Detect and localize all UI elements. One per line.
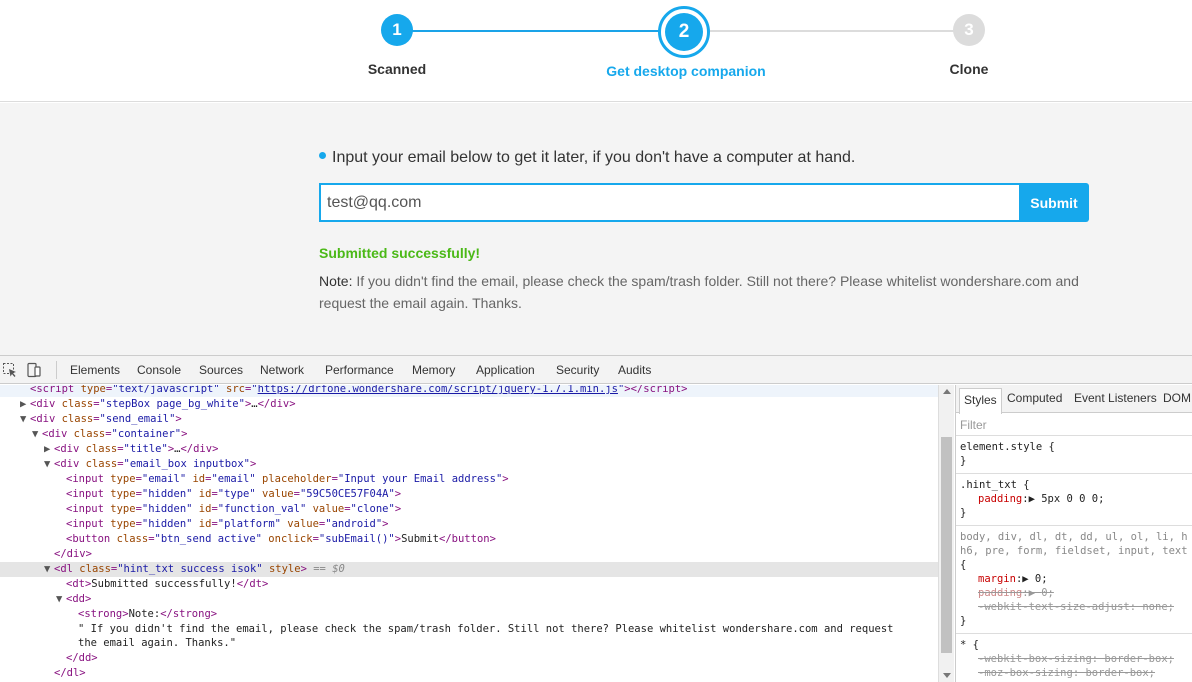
device-toolbar-icon[interactable] [26, 362, 42, 378]
step-1-label: Scanned [367, 61, 427, 77]
dom-node-script[interactable]: <script type="text/javascript" src="http… [0, 385, 938, 397]
tab-dom[interactable]: DOM [1163, 391, 1191, 405]
hint-close: } [960, 507, 967, 519]
note-message: Note: If you didn't find the email, plea… [319, 270, 1099, 314]
reset-margin-decl[interactable]: margin:▶ 0; [960, 572, 1189, 586]
email-title-text: Input your email below to get it later, … [332, 149, 856, 166]
devtools-toolbar: Elements Console Sources Network Perform… [0, 356, 1192, 384]
dom-node-button[interactable]: <button class="btn_send active" onclick=… [0, 532, 938, 547]
reset-selector-line-2[interactable]: h6, pre, form, fieldset, input, text [960, 544, 1189, 558]
dom-node-input-email[interactable]: <input type="email" id="email" placehold… [0, 472, 938, 487]
dom-node-input-platform[interactable]: <input type="hidden" id="platform" value… [0, 517, 938, 532]
devtools-panel: Elements Console Sources Network Perform… [0, 355, 1192, 682]
dom-node-input-type[interactable]: <input type="hidden" id="type" value="59… [0, 487, 938, 502]
step-connector-completed [397, 30, 683, 32]
elements-scrollbar[interactable] [938, 385, 954, 682]
script-src-link[interactable]: https://drfone.wondershare.com/script/jq… [258, 385, 618, 395]
styles-pane: Styles Computed Event Listeners DOM Filt… [955, 385, 1192, 682]
dom-node-input-function[interactable]: <input type="hidden" id="function_val" v… [0, 502, 938, 517]
inspect-element-icon[interactable] [2, 362, 18, 378]
dom-node-stepbox[interactable]: ▶ <div class="stepBox page_bg_white">…</d… [0, 397, 938, 412]
reset-open: { [960, 559, 967, 571]
step-3-label: Clone [949, 61, 989, 77]
scroll-down-icon[interactable] [943, 673, 951, 678]
tab-audits[interactable]: Audits [618, 363, 651, 377]
dom-node-close-div: </div> [54, 548, 92, 560]
step-2-label: Get desktop companion [606, 63, 766, 79]
tab-performance[interactable]: Performance [325, 363, 394, 377]
tab-console[interactable]: Console [137, 363, 181, 377]
reset-selector-line-1[interactable]: body, div, dl, dt, dd, ul, ol, li, h [960, 530, 1189, 544]
dom-node-dd-text-1[interactable]: " If you didn't find the email, please c… [0, 622, 938, 637]
submit-button[interactable]: Submit [1019, 183, 1089, 222]
step-connector-pending [683, 30, 969, 32]
tab-memory[interactable]: Memory [412, 363, 455, 377]
moz-box-decl[interactable]: -moz-box-sizing: border-box; [960, 666, 1189, 680]
dom-node-send-email[interactable]: ▼ <div class="send_email"> [0, 412, 938, 427]
rule-universal: * { -webkit-box-sizing: border-box; -moz… [956, 633, 1192, 680]
reset-close: } [960, 615, 967, 627]
bullet-dot-icon [319, 152, 326, 160]
dom-node-dd[interactable]: ▼ <dd> [0, 592, 938, 607]
rule-reset: body, div, dl, dt, dd, ul, ol, li, h h6,… [956, 525, 1192, 628]
reset-webkit-text-decl[interactable]: -webkit-text-size-adjust: none; [960, 600, 1189, 614]
email-input[interactable] [319, 183, 1019, 222]
tab-computed[interactable]: Computed [1007, 391, 1062, 405]
dom-node-strong[interactable]: <strong>Note:</strong> [0, 607, 938, 622]
email-input-box: Submit [319, 183, 1089, 222]
dom-node-title[interactable]: ▶ <div class="title">…</div> [0, 442, 938, 457]
reset-padding-decl[interactable]: padding:▶ 0; [960, 586, 1189, 600]
element-style-close: } [960, 455, 967, 467]
dom-node-email-box[interactable]: ▼ <div class="email_box inputbox"> [0, 457, 938, 472]
element-style-selector[interactable]: element.style { [960, 440, 1189, 454]
tab-security[interactable]: Security [556, 363, 599, 377]
toolbar-separator [56, 361, 57, 379]
tab-event-listeners[interactable]: Event Listeners [1074, 391, 1157, 405]
dom-node-close-dd: </dd> [66, 652, 98, 664]
tab-sources[interactable]: Sources [199, 363, 243, 377]
success-message: Submitted successfully! [319, 245, 481, 261]
tab-application[interactable]: Application [476, 363, 535, 377]
page-root: 1 2 3 Scanned Get desktop companion Clon… [0, 0, 1192, 682]
dom-node-close-dl: </dl> [54, 667, 86, 679]
hint-txt-selector[interactable]: .hint_txt { [960, 478, 1189, 492]
elements-dom-tree: <script type="text/javascript" src="http… [0, 385, 938, 682]
scroll-thumb[interactable] [941, 437, 952, 653]
progress-stepper: 1 2 3 Scanned Get desktop companion Clon… [0, 0, 1192, 102]
tab-elements[interactable]: Elements [70, 363, 120, 377]
email-section-title: Input your email below to get it later, … [319, 149, 855, 167]
note-label: Note: [319, 273, 353, 289]
hint-padding-decl[interactable]: padding:▶ 5px 0 0 0; [960, 492, 1189, 506]
styles-tabs: Styles Computed Event Listeners DOM [956, 385, 1192, 414]
dom-node-dt[interactable]: <dt>Submitted successfully!</dt> [0, 577, 938, 592]
tab-network[interactable]: Network [260, 363, 304, 377]
universal-selector[interactable]: * { [960, 638, 1189, 652]
webkit-box-decl[interactable]: -webkit-box-sizing: border-box; [960, 652, 1189, 666]
send-email-section: Input your email below to get it later, … [0, 103, 1192, 355]
step-1-circle: 1 [381, 14, 413, 46]
tab-styles[interactable]: Styles [959, 388, 1002, 414]
step-3-circle: 3 [953, 14, 985, 46]
dom-node-container[interactable]: ▼ <div class="container"> [0, 427, 938, 442]
rule-hint-txt: .hint_txt { padding:▶ 5px 0 0 0; } [956, 473, 1192, 520]
dom-node-dl-selected[interactable]: ▼ <dl class="hint_txt success isok" style… [0, 562, 938, 577]
step-2-circle: 2 [665, 13, 703, 51]
rule-element-style: element.style { } [956, 435, 1192, 468]
note-text: If you didn't find the email, please che… [319, 273, 1079, 311]
styles-filter-input[interactable]: Filter [960, 418, 987, 432]
scroll-up-icon[interactable] [943, 389, 951, 394]
dom-node-dd-text-2[interactable]: the email again. Thanks." [0, 636, 938, 651]
